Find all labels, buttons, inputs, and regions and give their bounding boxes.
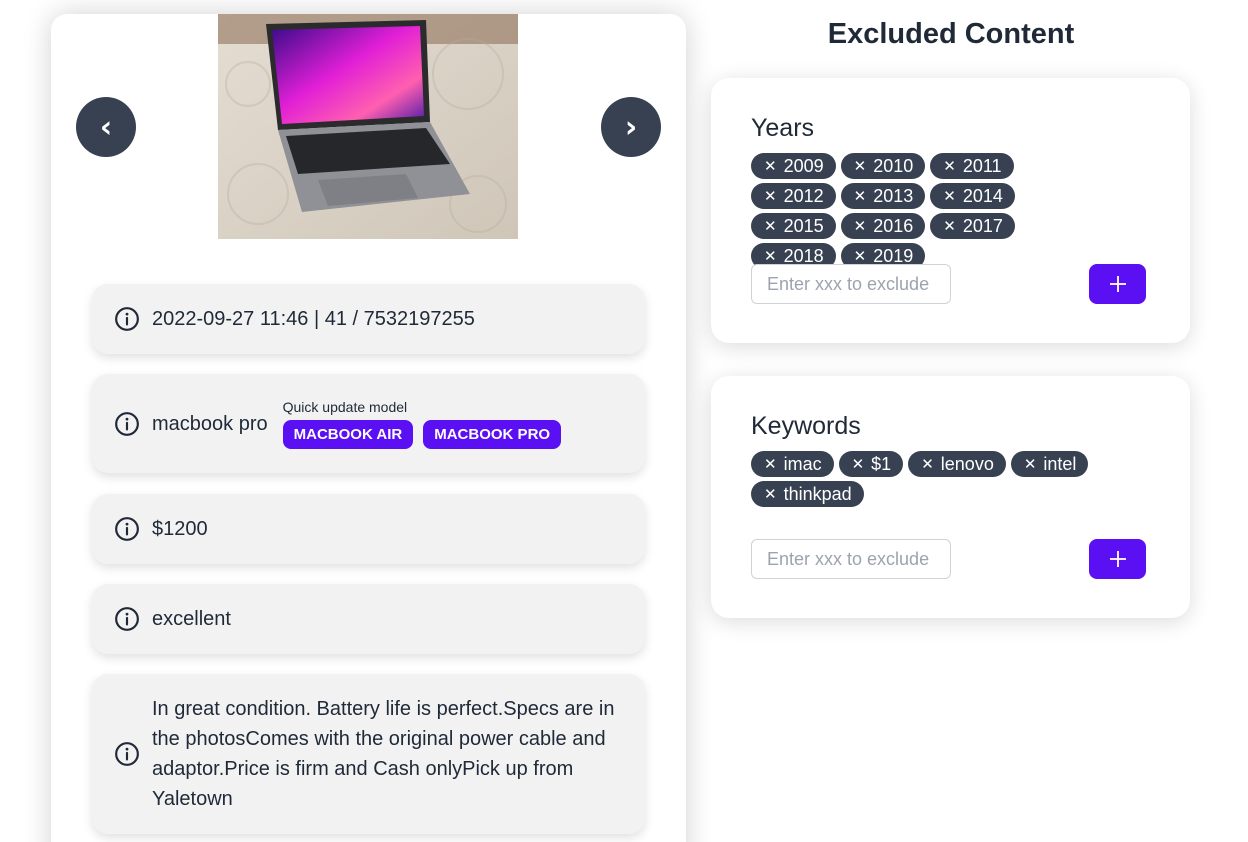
keywords-chip-list: ✕ imac ✕ $1 ✕ lenovo ✕ intel ✕ thinkpad	[751, 451, 1101, 507]
quick-update-model: Quick update model MACBOOK AIR MACBOOK P…	[282, 398, 562, 449]
year-chip-label: 2012	[783, 185, 824, 206]
page: ‹ › 2022-09-27 11:46 | 41 / 7532197255 m…	[0, 0, 1248, 842]
keywords-heading: Keywords	[751, 412, 861, 440]
listing-price-text: $1200	[152, 518, 208, 540]
years-heading: Years	[751, 114, 815, 142]
keyword-chip[interactable]: ✕ intel	[1010, 451, 1089, 477]
info-icon	[115, 307, 139, 331]
year-chip[interactable]: ✕ 2011	[930, 153, 1014, 179]
listing-description-text: In great condition. Battery life is perf…	[152, 698, 615, 810]
close-icon[interactable]: ✕	[943, 217, 956, 235]
close-icon[interactable]: ✕	[1024, 455, 1037, 473]
year-chip[interactable]: ✕ 2013	[840, 183, 926, 209]
keyword-chip-label: imac	[783, 453, 822, 474]
year-chip-label: 2009	[783, 155, 824, 176]
year-chip[interactable]: ✕ 2015	[751, 213, 836, 239]
close-icon[interactable]: ✕	[854, 187, 867, 205]
close-icon[interactable]: ✕	[852, 455, 865, 473]
keyword-chip-label: thinkpad	[783, 483, 852, 504]
excluded-content-title: Excluded Content	[827, 18, 1075, 50]
keywords-exclude-input[interactable]	[751, 539, 951, 579]
close-icon[interactable]: ✕	[764, 455, 777, 473]
listing-photo	[218, 14, 518, 239]
year-chip-label: 2016	[873, 215, 914, 236]
keywords-card: Keywords ✕ imac ✕ $1 ✕ lenovo ✕ intel ✕ thinkpad	[711, 376, 1190, 618]
year-chip[interactable]: ✕ 2017	[930, 213, 1015, 239]
year-chip[interactable]: ✕ 2009	[751, 153, 836, 179]
macbook-pro-button[interactable]: MACBOOK PRO	[423, 419, 562, 449]
keywords-add-button[interactable]	[1089, 539, 1146, 579]
chevron-right-icon: ›	[624, 109, 638, 145]
years-card: Years ✕ 2009 ✕ 2010 ✕ 2011 ✕ 2012 ✕ 2013 ✕ 2014 ✕ 201…	[711, 78, 1190, 343]
keyword-chip[interactable]: ✕ $1	[838, 451, 904, 477]
listing-model-row: macbook pro Quick update model MACBOOK A…	[92, 374, 645, 473]
close-icon[interactable]: ✕	[943, 157, 956, 175]
listing-model-text: macbook pro	[152, 412, 268, 435]
listing-condition-row: excellent	[92, 584, 645, 654]
info-icon	[115, 607, 139, 631]
chevron-left-icon: ‹	[99, 109, 113, 145]
year-chip-label: 2013	[873, 185, 914, 206]
quick-update-caption: Quick update model	[282, 398, 408, 415]
listing-meta-row: 2022-09-27 11:46 | 41 / 7532197255	[92, 284, 645, 354]
plus-icon	[1109, 276, 1126, 292]
close-icon[interactable]: ✕	[854, 217, 867, 235]
keyword-chip-label: $1	[871, 453, 892, 474]
listing-card: ‹ › 2022-09-27 11:46 | 41 / 7532197255 m…	[51, 14, 686, 842]
close-icon[interactable]: ✕	[764, 247, 777, 265]
years-chip-list: ✕ 2009 ✕ 2010 ✕ 2011 ✕ 2012 ✕ 2013 ✕ 2014 ✕ 2015 ✕ 2016…	[751, 153, 1101, 269]
macbook-air-button[interactable]: MACBOOK AIR	[282, 419, 414, 449]
close-icon[interactable]: ✕	[764, 187, 777, 205]
years-add-button[interactable]	[1089, 264, 1146, 304]
years-exclude-input[interactable]	[751, 264, 951, 304]
years-add-row	[751, 264, 1146, 304]
close-icon[interactable]: ✕	[764, 217, 777, 235]
carousel-next-button[interactable]: ›	[601, 97, 661, 157]
year-chip-label: 2017	[962, 215, 1003, 236]
year-chip-label: 2014	[962, 185, 1003, 206]
keywords-add-row	[751, 539, 1146, 579]
keyword-chip-label: lenovo	[940, 453, 994, 474]
listing-price-row: $1200	[92, 494, 645, 564]
close-icon[interactable]: ✕	[943, 187, 956, 205]
carousel-prev-button[interactable]: ‹	[76, 97, 136, 157]
info-icon	[115, 411, 139, 436]
quick-update-buttons: MACBOOK AIR MACBOOK PRO	[282, 419, 562, 449]
year-chip-label: 2010	[873, 155, 914, 176]
year-chip[interactable]: ✕ 2014	[930, 183, 1015, 209]
listing-meta-text: 2022-09-27 11:46 | 41 / 7532197255	[152, 308, 475, 330]
info-icon	[115, 742, 139, 766]
close-icon[interactable]: ✕	[764, 485, 777, 503]
listing-description-row: In great condition. Battery life is perf…	[92, 674, 645, 834]
year-chip-label: 2011	[962, 155, 1002, 176]
year-chip[interactable]: ✕ 2010	[840, 153, 926, 179]
keyword-chip[interactable]: ✕ thinkpad	[751, 481, 864, 507]
info-icon	[115, 517, 139, 541]
keyword-chip[interactable]: ✕ imac	[751, 451, 834, 477]
keyword-chip-label: intel	[1043, 453, 1077, 474]
listing-condition-text: excellent	[152, 608, 231, 630]
close-icon[interactable]: ✕	[764, 157, 777, 175]
plus-icon	[1109, 551, 1126, 567]
close-icon[interactable]: ✕	[854, 247, 867, 265]
close-icon[interactable]: ✕	[854, 157, 867, 175]
laptop-photo	[218, 14, 518, 239]
keyword-chip[interactable]: ✕ lenovo	[908, 451, 1006, 477]
close-icon[interactable]: ✕	[921, 455, 934, 473]
year-chip[interactable]: ✕ 2016	[840, 213, 926, 239]
year-chip-label: 2015	[783, 215, 824, 236]
year-chip[interactable]: ✕ 2012	[751, 183, 836, 209]
